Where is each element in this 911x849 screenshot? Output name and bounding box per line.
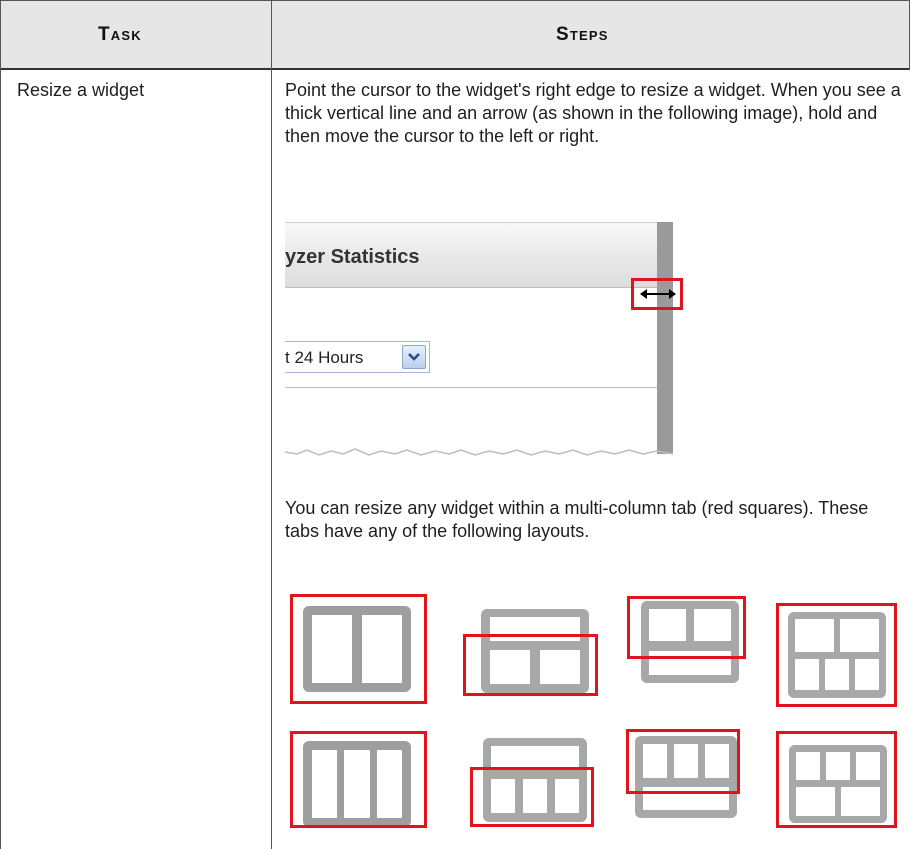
header-steps: Steps: [556, 24, 609, 46]
layout-highlight: [290, 594, 427, 704]
header-task-label: Task: [98, 24, 142, 45]
layout-highlight: [290, 731, 427, 828]
header-steps-label: Steps: [556, 24, 609, 45]
time-range-select: t 24 Hours: [285, 341, 430, 373]
column-divider: [271, 0, 272, 849]
horizontal-resize-arrow-icon: [640, 289, 676, 299]
widget-title: yzer Statistics: [285, 246, 420, 268]
steps-paragraph-1: Point the cursor to the widget's right e…: [285, 80, 901, 146]
header-task: Task: [98, 24, 142, 46]
widget-divider: [285, 287, 657, 288]
layout-highlight: [627, 596, 746, 659]
layout-highlight: [776, 603, 897, 707]
torn-edge: [285, 448, 674, 456]
widget-divider: [285, 387, 657, 388]
table-top-border: [0, 0, 910, 1]
layout-highlight: [463, 634, 598, 696]
layout-highlight: [626, 729, 740, 794]
task-name: Resize a widget: [17, 80, 145, 100]
widget-resize-edge: [657, 222, 673, 454]
widget-resize-screenshot: yzer Statistics t 24 Hours: [285, 210, 690, 460]
steps-paragraph-2: You can resize any widget within a multi…: [285, 498, 869, 541]
chevron-down-icon: [402, 345, 426, 369]
table-right-border: [909, 0, 910, 70]
table-left-border: [0, 0, 1, 849]
time-range-value: t 24 Hours: [285, 348, 364, 367]
header-bottom-border: [0, 68, 910, 70]
layout-highlight: [470, 767, 594, 827]
layout-highlight: [776, 731, 897, 828]
